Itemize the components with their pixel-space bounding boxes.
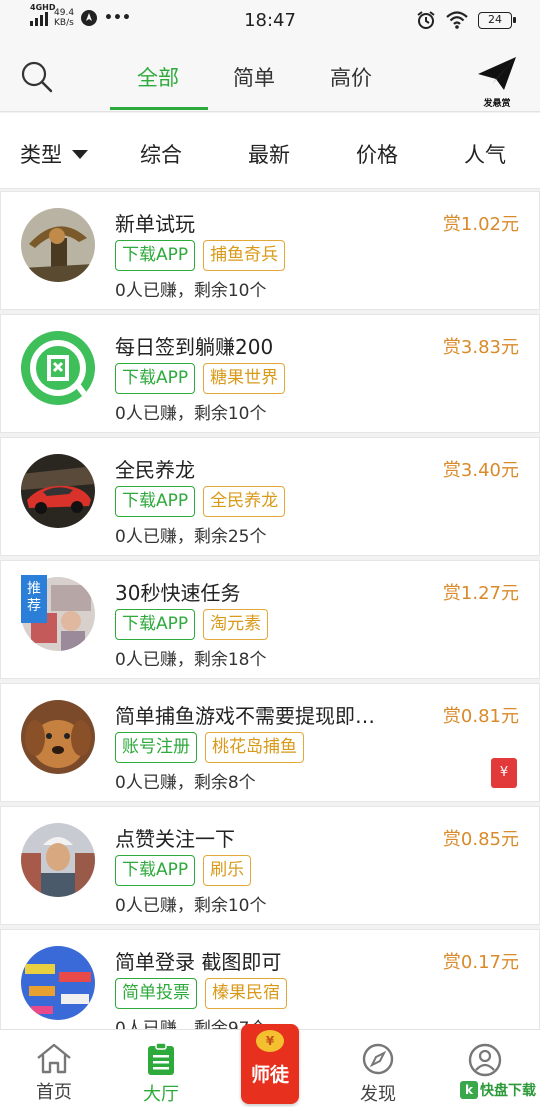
task-title: 点赞关注一下 — [115, 827, 235, 851]
nav-master-apprentice[interactable]: ¥ 师徒 — [241, 1024, 299, 1104]
nav-discover[interactable]: 发现 — [338, 1042, 418, 1106]
task-type-tag: 下载APP — [115, 240, 196, 271]
fantasy-warrior-avatar — [21, 208, 95, 282]
task-title: 简单登录 截图即可 — [115, 950, 282, 974]
search-icon[interactable] — [20, 60, 54, 94]
colorful-ad-avatar — [21, 946, 95, 1020]
watermark: k 快盘下载 — [460, 1080, 536, 1100]
tab-all[interactable]: 全部 — [137, 62, 179, 92]
task-tags: 下载APP 淘元素 — [115, 609, 269, 640]
red-sports-car-avatar — [21, 454, 95, 528]
nav-profile[interactable] — [445, 1042, 525, 1082]
task-status: 0人已赚，剩余8个 — [115, 773, 256, 793]
app-name-tag: 糖果世界 — [203, 363, 286, 394]
task-tags: 下载APP 刷乐 — [115, 855, 252, 886]
red-packet-icon: ¥ — [491, 758, 517, 788]
task-card[interactable]: 推荐 30秒快速任务 赏1.27元 下载APP 淘元素 0人已赚，剩余18个 — [0, 560, 540, 679]
task-tags: 账号注册 桃花岛捕鱼 — [115, 732, 304, 763]
dog-avatar — [21, 700, 95, 774]
task-title: 新单试玩 — [115, 212, 195, 236]
filter-newest[interactable]: 最新 — [248, 139, 290, 169]
publish-label: 发悬赏 — [483, 99, 511, 109]
home-icon — [37, 1043, 71, 1074]
caret-down-icon — [72, 149, 88, 159]
status-right: 24 — [416, 10, 516, 30]
top-navigation: 全部 简单 高价 发悬赏 — [0, 42, 540, 112]
task-type-tag: 下载APP — [115, 486, 196, 517]
app-name-tag: 淘元素 — [203, 609, 269, 640]
task-card[interactable]: 点赞关注一下 赏0.85元 下载APP 刷乐 0人已赚，剩余10个 — [0, 806, 540, 925]
nav-hall-label: 大厅 — [143, 1084, 179, 1105]
task-reward: 赏3.83元 — [442, 337, 519, 358]
compass-icon — [362, 1043, 394, 1075]
nav-hall[interactable]: 大厅 — [121, 1042, 201, 1106]
bottom-navigation: 首页 大厅 ¥ 师徒 发现 — [0, 1024, 540, 1107]
task-reward: 赏0.81元 — [442, 706, 519, 727]
task-list: 新单试玩 赏1.02元 下载APP 捕鱼奇兵 0人已赚，剩余10个 每日签到躺赚… — [0, 191, 540, 1029]
task-title: 30秒快速任务 — [115, 581, 241, 605]
task-card[interactable]: 每日签到躺赚200 赏3.83元 下载APP 糖果世界 0人已赚，剩余10个 — [0, 314, 540, 433]
green-app-logo-avatar — [21, 331, 95, 405]
task-status: 0人已赚，剩余10个 — [115, 404, 267, 424]
nav-home-label: 首页 — [36, 1082, 72, 1103]
task-card[interactable]: 全民养龙 赏3.40元 下载APP 全民养龙 0人已赚，剩余25个 — [0, 437, 540, 556]
task-title: 每日签到躺赚200 — [115, 335, 274, 359]
watermark-logo: k — [460, 1081, 478, 1099]
task-card[interactable]: 新单试玩 赏1.02元 下载APP 捕鱼奇兵 0人已赚，剩余10个 — [0, 191, 540, 310]
task-type-tag: 下载APP — [115, 363, 196, 394]
app-name-tag: 捕鱼奇兵 — [203, 240, 286, 271]
nav-master-label: 师徒 — [250, 1064, 289, 1086]
task-reward: 赏3.40元 — [442, 460, 519, 481]
construction-worker-avatar — [21, 823, 95, 897]
app-name-tag: 刷乐 — [203, 855, 252, 886]
nav-home[interactable]: 首页 — [14, 1042, 94, 1104]
battery-indicator: 24 — [478, 11, 516, 29]
tab-high-price[interactable]: 高价 — [330, 62, 372, 92]
recommend-badge: 推荐 — [21, 575, 47, 623]
task-status: 0人已赚，剩余10个 — [115, 896, 267, 916]
task-status: 0人已赚，剩余25个 — [115, 527, 267, 547]
app-name-tag: 榛果民宿 — [205, 978, 287, 1009]
coin-icon: ¥ — [256, 1030, 284, 1052]
type-filter-dropdown[interactable]: 类型 — [20, 139, 88, 169]
task-tags: 下载APP 糖果世界 — [115, 363, 286, 394]
task-tags: 下载APP 全民养龙 — [115, 486, 286, 517]
task-type-tag: 下载APP — [115, 855, 196, 886]
paper-plane-icon — [478, 57, 516, 90]
task-title: 全民养龙 — [115, 458, 195, 482]
task-tags: 下载APP 捕鱼奇兵 — [115, 240, 286, 271]
app-name-tag: 桃花岛捕鱼 — [205, 732, 304, 763]
watermark-text: 快盘下载 — [480, 1083, 536, 1099]
publish-reward-button[interactable]: 发悬赏 — [474, 54, 520, 110]
alarm-icon — [417, 11, 435, 29]
filter-bar: 类型 综合 最新 价格 人气 — [0, 113, 540, 189]
user-profile-icon — [468, 1043, 502, 1077]
task-status: 0人已赚，剩余10个 — [115, 281, 267, 301]
nav-discover-label: 发现 — [360, 1084, 396, 1105]
filter-popularity[interactable]: 人气 — [464, 139, 506, 169]
type-filter-label: 类型 — [20, 143, 62, 167]
task-title: 简单捕鱼游戏不需要提现即… — [115, 704, 375, 728]
task-type-tag: 简单投票 — [115, 978, 197, 1009]
task-card[interactable]: 简单登录 截图即可 赏0.17元 简单投票 榛果民宿 0人已赚，剩余97个 — [0, 929, 540, 1029]
task-type-tag: 账号注册 — [115, 732, 197, 763]
wifi-icon — [446, 11, 468, 29]
task-status: 0人已赚，剩余18个 — [115, 650, 267, 670]
tab-simple[interactable]: 简单 — [233, 62, 275, 92]
filter-price[interactable]: 价格 — [356, 139, 398, 169]
task-reward: 赏0.17元 — [442, 952, 519, 973]
filter-comprehensive[interactable]: 综合 — [140, 139, 182, 169]
task-list-icon — [148, 1042, 174, 1075]
task-reward: 赏1.02元 — [442, 214, 519, 235]
task-tags: 简单投票 榛果民宿 — [115, 978, 287, 1009]
status-bar: 4GHD 49.4 KB/s ••• 18:47 24 — [0, 0, 540, 42]
task-reward: 赏0.85元 — [442, 829, 519, 850]
app-name-tag: 全民养龙 — [203, 486, 286, 517]
task-card[interactable]: 简单捕鱼游戏不需要提现即… 赏0.81元 账号注册 桃花岛捕鱼 0人已赚，剩余8… — [0, 683, 540, 802]
active-tab-indicator — [110, 107, 208, 110]
task-reward: 赏1.27元 — [442, 583, 519, 604]
task-type-tag: 下载APP — [115, 609, 196, 640]
